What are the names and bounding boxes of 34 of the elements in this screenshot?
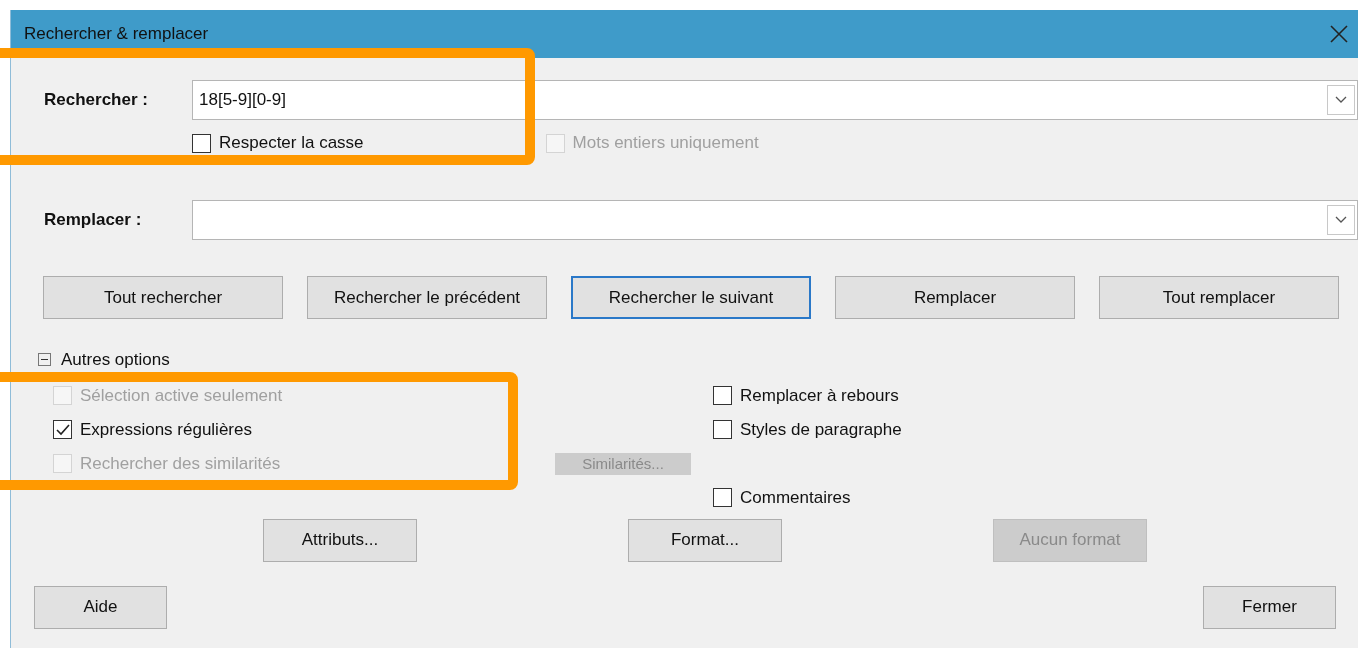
dialog-button[interactable]: Tout remplacer (1099, 276, 1339, 319)
field-value: 18[5-9][0-9] (198, 89, 287, 112)
checkbox[interactable] (192, 133, 211, 153)
search-field[interactable]: 18[5-9][0-9] (192, 80, 1358, 120)
dialog-button[interactable]: Fermer (1203, 585, 1336, 629)
checkbox-label: Remplacer à rebours (740, 384, 899, 407)
checkbox[interactable] (713, 386, 732, 405)
checkbox[interactable] (53, 420, 72, 439)
replace-field[interactable] (192, 200, 1358, 240)
checkbox[interactable] (713, 420, 732, 439)
dialog-button[interactable]: Aide (34, 585, 167, 629)
close-icon[interactable] (1330, 25, 1348, 43)
checkbox-label: Expressions régulières (80, 418, 252, 441)
chevron-down-icon (1335, 216, 1347, 224)
dialog-button[interactable]: Attributs... (263, 518, 417, 562)
collapse-icon[interactable] (38, 353, 51, 367)
checkbox[interactable] (713, 488, 732, 507)
checkbox-label: Styles de paragraphe (740, 418, 902, 441)
dialog-button[interactable]: Rechercher le précédent (307, 276, 547, 319)
dialog-button[interactable]: Tout rechercher (43, 276, 283, 319)
dialog-button[interactable]: Remplacer (835, 276, 1075, 319)
checkbox-label: Mots entiers uniquement (572, 132, 759, 155)
checkbox-label: Sélection active seulement (80, 384, 283, 407)
checkbox-label: Commentaires (740, 486, 851, 509)
section-toggle[interactable]: Autres options (61, 347, 170, 373)
dialog-button[interactable]: Format... (628, 518, 782, 562)
checkbox-label: Respecter la casse (219, 132, 364, 155)
field-label: Rechercher : (44, 89, 149, 112)
checkmark-icon (55, 423, 70, 436)
chevron-down-icon (1335, 96, 1347, 104)
dialog-button[interactable]: Rechercher le suivant (571, 276, 811, 319)
window-title: Rechercher & remplacer (24, 23, 210, 46)
field-label: Remplacer : (44, 209, 143, 232)
checkbox-label: Rechercher des similarités (80, 452, 281, 475)
